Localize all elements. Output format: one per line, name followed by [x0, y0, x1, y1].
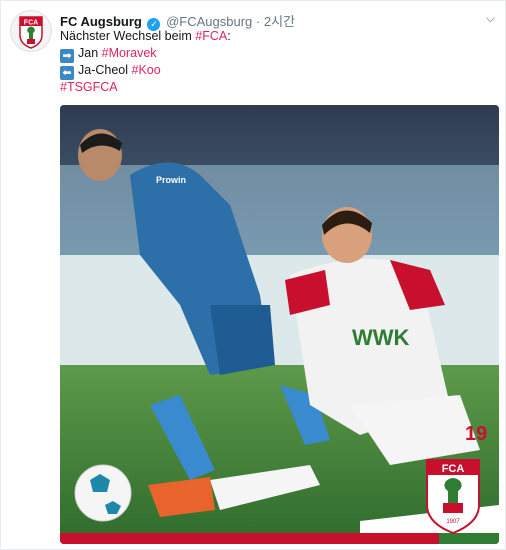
right-arrow-icon: ➡ [60, 49, 74, 63]
account-handle[interactable]: @FCAugsburg [166, 14, 252, 29]
tweet-card: FCA FC Augsburg ✓ @FCAugsburg · 2시간 ⌵ Nä… [0, 0, 506, 550]
tweet-photo[interactable]: Prowin WWK 19 FCA 1907 [60, 105, 499, 544]
crest-year: 1907 [446, 519, 460, 525]
tweet-header: FC Augsburg ✓ @FCAugsburg · 2시간 [60, 11, 295, 31]
header-separator: · [255, 14, 261, 29]
left-jersey-sponsor: Prowin [156, 175, 186, 185]
right-shorts-number: 19 [465, 423, 487, 445]
tweet-text-line-2: ➡ Jan #Moravek [60, 46, 157, 63]
chevron-down-icon[interactable]: ⌵ [486, 11, 495, 26]
left-arrow-icon: ⬅ [60, 66, 74, 80]
avatar[interactable]: FCA [10, 10, 52, 52]
hashtag-koo[interactable]: #Koo [132, 63, 161, 77]
hashtag-fca[interactable]: #FCA [195, 29, 227, 43]
tweet-text-line-3: ⬅ Ja-Cheol #Koo [60, 63, 161, 80]
player-in-name: Jan [78, 46, 102, 60]
tweet-text: Nächster Wechsel beim [60, 29, 196, 43]
account-name[interactable]: FC Augsburg [60, 14, 142, 29]
hashtag-moravek[interactable]: #Moravek [102, 46, 157, 60]
football-match-photo: Prowin WWK 19 FCA 1907 [60, 105, 499, 544]
crest-text: FCA [442, 463, 465, 475]
tweet-text-line-1: Nächster Wechsel beim #FCA: [60, 29, 231, 43]
hashtag-tsgfca[interactable]: #TSGFCA [60, 80, 118, 94]
fca-logo-icon: FCA [19, 16, 43, 49]
tweet-text-line-4: #TSGFCA [60, 80, 118, 94]
tweet-timestamp[interactable]: 2시간 [264, 14, 295, 29]
avatar-logo-text: FCA [24, 20, 38, 27]
right-jersey-sponsor: WWK [352, 325, 410, 350]
player-out-name: Ja-Cheol [78, 63, 132, 77]
fca-crest-icon: FCA 1907 [426, 459, 480, 535]
tweet-text-colon: : [227, 29, 231, 43]
